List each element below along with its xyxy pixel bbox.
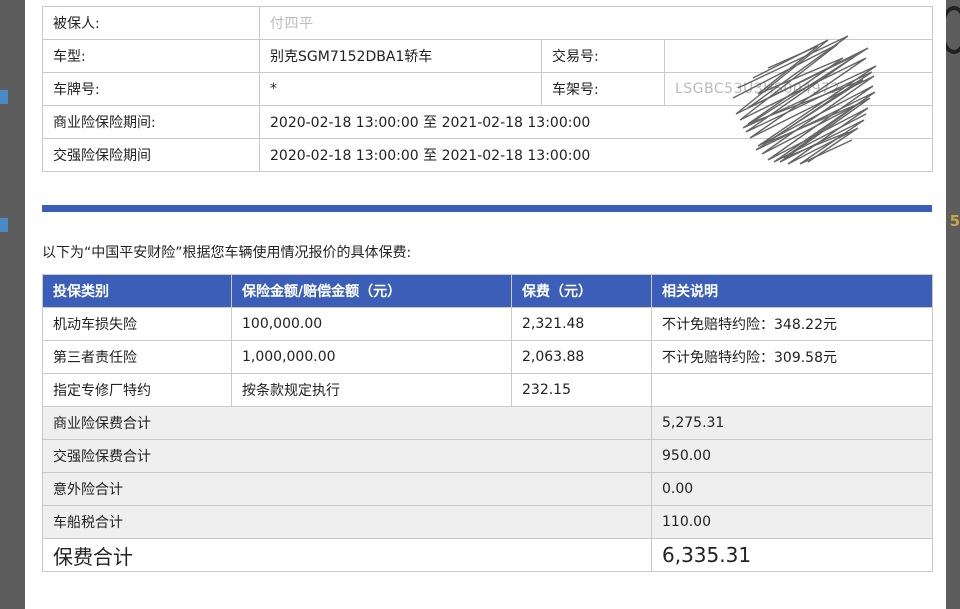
model-label: 车型: (42, 39, 260, 73)
subtotal-label: 商业险保费合计 (42, 406, 652, 440)
compulsory-period-label: 交强险保险期间 (42, 138, 260, 172)
row-premium: 2,063.88 (511, 340, 652, 374)
grand-total-value: 6,335.31 (651, 538, 933, 572)
vin-label: 车架号: (541, 72, 665, 106)
subtotal-value: 0.00 (651, 472, 933, 506)
table-row: 机动车损失险 100,000.00 2,321.48 不计免赔特约险：348.2… (42, 307, 933, 341)
subtotal-row: 车船税合计 110.00 (42, 505, 933, 539)
row-category: 指定专修厂特约 (42, 373, 232, 407)
subtotal-value: 5,275.31 (651, 406, 933, 440)
subtotal-row: 商业险保费合计 5,275.31 (42, 406, 933, 440)
row-amount: 1,000,000.00 (231, 340, 512, 374)
header-category: 投保类别 (42, 274, 232, 308)
subtotal-label: 意外险合计 (42, 472, 652, 506)
premium-table: 投保类别 保险金额/赔偿金额（元） 保费（元） 相关说明 机动车损失险 100,… (42, 274, 933, 572)
header-amount: 保险金额/赔偿金额（元） (231, 274, 512, 308)
background-marker (0, 218, 8, 232)
model-value: 别克SGM7152DBA1轿车 (259, 39, 542, 73)
subtotal-label: 车船税合计 (42, 505, 652, 539)
insured-label: 被保人: (42, 6, 260, 40)
plate-value: * (259, 72, 542, 106)
subtotal-label: 交强险保费合计 (42, 439, 652, 473)
plate-label: 车牌号: (42, 72, 260, 106)
quote-document: 被保人: 付四平 车型: 别克SGM7152DBA1轿车 交易号: 车牌号: *… (25, 0, 946, 609)
grand-total-row: 保费合计 6,335.31 (42, 538, 933, 572)
row-notes: 不计免赔特约险：309.58元 (651, 340, 933, 374)
row-notes: 不计免赔特约险：348.22元 (651, 307, 933, 341)
subtotal-value: 110.00 (651, 505, 933, 539)
section-divider (42, 205, 932, 212)
redaction-scribble (732, 35, 877, 165)
background-right-panel: 5 (940, 0, 960, 609)
table-row: 指定专修厂特约 按条款规定执行 232.15 (42, 373, 933, 407)
commercial-period-label: 商业险保险期间: (42, 105, 260, 139)
header-notes: 相关说明 (651, 274, 933, 308)
subtotal-row: 意外险合计 0.00 (42, 472, 933, 506)
background-side-text: 5 (949, 212, 960, 230)
row-category: 第三者责任险 (42, 340, 232, 374)
table-row: 第三者责任险 1,000,000.00 2,063.88 不计免赔特约险：309… (42, 340, 933, 374)
quote-intro-text: 以下为“中国平安财险”根据您车辆使用情况报价的具体保费: (42, 245, 412, 261)
row-premium: 232.15 (511, 373, 652, 407)
subtotal-value: 950.00 (651, 439, 933, 473)
row-notes (651, 373, 933, 407)
background-left-panel (0, 0, 25, 609)
premium-header-row: 投保类别 保险金额/赔偿金额（元） 保费（元） 相关说明 (42, 274, 933, 308)
row-amount: 按条款规定执行 (231, 373, 512, 407)
grand-total-label: 保费合计 (42, 538, 652, 572)
row-category: 机动车损失险 (42, 307, 232, 341)
row-premium: 2,321.48 (511, 307, 652, 341)
row-amount: 100,000.00 (231, 307, 512, 341)
background-marker (0, 90, 8, 104)
header-premium: 保费（元） (511, 274, 652, 308)
subtotal-row: 交强险保费合计 950.00 (42, 439, 933, 473)
trade-label: 交易号: (541, 39, 665, 73)
